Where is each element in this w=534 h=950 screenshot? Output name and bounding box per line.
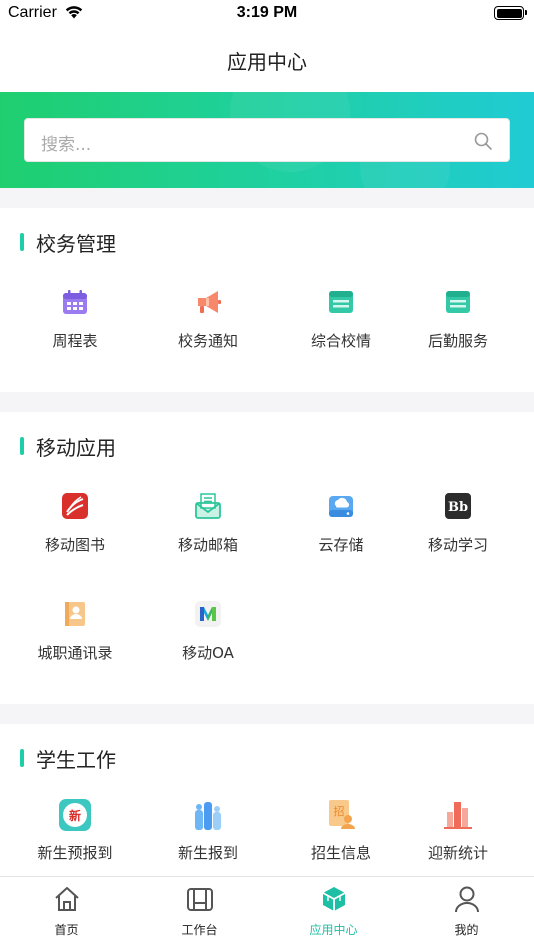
app-weekly-schedule[interactable]: 周程表	[8, 288, 142, 358]
app-pre-registration[interactable]: 新 新生预报到	[8, 799, 142, 870]
app-label: 移动OA	[182, 644, 234, 662]
app-mobile-oa[interactable]: 移动OA	[141, 600, 275, 670]
app-label: 后勤服务	[427, 332, 488, 350]
statistics-icon	[444, 802, 472, 829]
tab-home[interactable]: 首页	[0, 885, 133, 938]
battery-icon	[494, 6, 527, 20]
app-mobile-learning[interactable]: Bb 移动学习	[391, 492, 525, 562]
app-campus-overview[interactable]: 综合校情	[274, 288, 408, 358]
tab-label: 首页	[54, 923, 79, 937]
profile-icon	[454, 886, 479, 913]
blackboard-icon: Bb	[445, 493, 471, 519]
app-label: 招生信息	[310, 844, 371, 862]
app-label: 新生预报到	[37, 844, 113, 862]
section-school-affairs: 校务管理 周程表 校务通知 综合校情 后勤服务	[0, 208, 534, 392]
tab-app-center[interactable]: 应用中心	[267, 885, 400, 938]
app-city-contacts[interactable]: 城职通讯录	[8, 600, 142, 670]
svg-text:新: 新	[69, 808, 81, 823]
tab-label: 应用中心	[309, 923, 358, 937]
app-school-notice[interactable]: 校务通知	[141, 288, 275, 358]
app-label: 新生报到	[177, 844, 238, 862]
svg-text:Bb: Bb	[448, 500, 468, 515]
app-cloud-storage[interactable]: 云存储	[274, 492, 408, 562]
app-label: 移动学习	[427, 536, 488, 554]
tab-label: 工作台	[181, 923, 218, 937]
new-student-icon: 新	[59, 799, 91, 831]
section-title: 移动应用	[36, 435, 116, 460]
enrollment-icon: 招	[329, 800, 355, 829]
app-label: 移动图书	[44, 536, 105, 554]
app-label: 迎新统计	[427, 844, 488, 862]
search-banner: 搜索...	[0, 92, 534, 188]
search-placeholder: 搜索...	[41, 135, 92, 155]
home-icon	[54, 887, 79, 911]
app-welcome-statistics[interactable]: 迎新统计	[391, 800, 525, 870]
navigation-bar: 应用中心	[0, 28, 534, 92]
tab-workbench[interactable]: 工作台	[133, 885, 266, 938]
cloud-storage-icon	[329, 496, 353, 517]
search-icon[interactable]	[473, 131, 493, 151]
app-label: 周程表	[52, 332, 98, 350]
search-input[interactable]: 搜索...	[24, 118, 510, 162]
window-icon	[329, 291, 353, 313]
app-label: 校务通知	[177, 332, 238, 350]
section-mobile-apps: 移动应用 移动图书 移动邮箱 云存储 Bb 移动学习 城职通讯录 移动OA	[0, 412, 534, 704]
section-student-affairs: 学生工作 新 新生预报到 新生报到 招 招生信息 迎新统计	[0, 724, 534, 876]
section-header: 校务管理	[20, 230, 116, 256]
app-center-icon	[322, 887, 345, 911]
app-mobile-library[interactable]: 移动图书	[8, 492, 142, 562]
app-mobile-mail[interactable]: 移动邮箱	[141, 492, 275, 562]
contacts-icon	[65, 602, 85, 626]
workbench-icon	[186, 888, 213, 911]
section-marker	[20, 749, 24, 767]
section-title: 校务管理	[36, 231, 116, 256]
app-label: 综合校情	[310, 332, 371, 350]
calendar-icon	[63, 290, 87, 314]
page-title: 应用中心	[227, 50, 307, 74]
check-in-icon	[195, 802, 221, 830]
mail-icon	[195, 493, 221, 519]
megaphone-icon	[198, 291, 221, 313]
app-registration[interactable]: 新生报到	[141, 800, 275, 870]
tab-bar: 首页 工作台 应用中心 我的	[0, 876, 534, 950]
svg-text:招: 招	[334, 804, 345, 818]
section-header: 学生工作	[20, 746, 116, 772]
status-bar: Carrier 3:19 PM	[0, 0, 534, 28]
clock: 3:19 PM	[236, 4, 298, 21]
section-marker	[20, 437, 24, 455]
section-header: 移动应用	[20, 434, 116, 460]
app-label: 云存储	[318, 536, 364, 554]
tab-label: 我的	[454, 923, 479, 937]
tab-profile[interactable]: 我的	[400, 885, 533, 938]
app-enrollment-info[interactable]: 招 招生信息	[274, 800, 408, 870]
library-icon	[62, 493, 88, 519]
app-label: 城职通讯录	[37, 644, 113, 662]
app-logistics-service[interactable]: 后勤服务	[391, 288, 525, 358]
window-icon	[446, 291, 470, 313]
section-title: 学生工作	[36, 747, 116, 772]
app-label: 移动邮箱	[177, 536, 238, 554]
section-marker	[20, 233, 24, 251]
oa-icon	[195, 601, 221, 627]
